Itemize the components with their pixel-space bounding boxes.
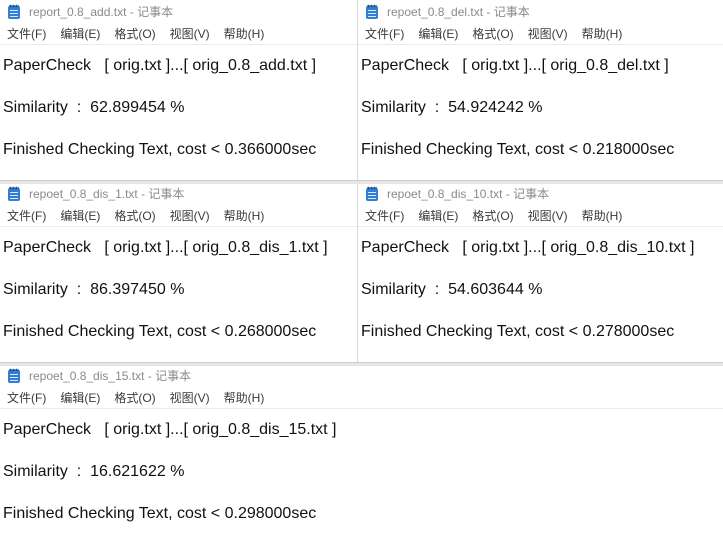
notepad-icon xyxy=(366,3,378,19)
menu-bar: 文件(F) 编辑(E) 格式(O) 视图(V) 帮助(H) xyxy=(358,204,723,227)
text-line-similarity: Similarity : 54.924242 % xyxy=(361,99,543,116)
screenshot-canvas: report_0.8_add.txt - 记事本 文件(F) 编辑(E) 格式(… xyxy=(0,0,723,544)
text-line-header: PaperCheck [ orig.txt ]...[ orig_0.8_dis… xyxy=(3,421,337,438)
notepad-icon xyxy=(366,185,378,201)
menu-help[interactable]: 帮助(H) xyxy=(582,25,623,42)
window-title: repoet_0.8_dis_1.txt - 记事本 xyxy=(29,186,185,201)
menu-view[interactable]: 视图(V) xyxy=(170,207,210,224)
window-divider xyxy=(0,180,723,184)
text-line-cost: Finished Checking Text, cost < 0.298000s… xyxy=(3,505,317,522)
text-editor-area[interactable]: PaperCheck [ orig.txt ]...[ orig_0.8_dis… xyxy=(0,409,723,535)
text-line-cost: Finished Checking Text, cost < 0.366000s… xyxy=(3,141,317,158)
menu-view[interactable]: 视图(V) xyxy=(170,25,210,42)
text-line-header: PaperCheck [ orig.txt ]...[ orig_0.8_dis… xyxy=(361,239,695,256)
text-editor-area[interactable]: PaperCheck [ orig.txt ]...[ orig_0.8_add… xyxy=(0,45,357,171)
menu-view[interactable]: 视图(V) xyxy=(528,207,568,224)
text-line-header: PaperCheck [ orig.txt ]...[ orig_0.8_add… xyxy=(3,57,317,74)
menu-format[interactable]: 格式(O) xyxy=(472,25,513,42)
text-line-similarity: Similarity : 62.899454 % xyxy=(3,99,185,116)
menu-file[interactable]: 文件(F) xyxy=(7,25,46,42)
title-bar[interactable]: report_0.8_add.txt - 记事本 xyxy=(0,0,357,22)
text-line-cost: Finished Checking Text, cost < 0.278000s… xyxy=(361,323,675,340)
menu-edit[interactable]: 编辑(E) xyxy=(60,25,100,42)
notepad-window-report-dis-15[interactable]: repoet_0.8_dis_15.txt - 记事本 文件(F) 编辑(E) … xyxy=(0,364,723,544)
text-line-cost: Finished Checking Text, cost < 0.218000s… xyxy=(361,141,675,158)
text-editor-area[interactable]: PaperCheck [ orig.txt ]...[ orig_0.8_dis… xyxy=(0,227,357,353)
menu-format[interactable]: 格式(O) xyxy=(472,207,513,224)
notepad-window-report-dis-1[interactable]: repoet_0.8_dis_1.txt - 记事本 文件(F) 编辑(E) 格… xyxy=(0,182,357,364)
notepad-window-report-del[interactable]: repoet_0.8_del.txt - 记事本 文件(F) 编辑(E) 格式(… xyxy=(357,0,723,182)
notepad-icon xyxy=(8,367,20,383)
menu-help[interactable]: 帮助(H) xyxy=(582,207,623,224)
menu-bar: 文件(F) 编辑(E) 格式(O) 视图(V) 帮助(H) xyxy=(358,22,723,45)
menu-edit[interactable]: 编辑(E) xyxy=(60,207,100,224)
notepad-icon xyxy=(8,185,20,201)
menu-edit[interactable]: 编辑(E) xyxy=(60,389,100,406)
text-editor-area[interactable]: PaperCheck [ orig.txt ]...[ orig_0.8_dis… xyxy=(358,227,723,353)
window-title: repoet_0.8_dis_10.txt - 记事本 xyxy=(387,186,550,201)
window-title: report_0.8_add.txt - 记事本 xyxy=(29,4,174,19)
window-title: repoet_0.8_dis_15.txt - 记事本 xyxy=(29,368,192,383)
menu-help[interactable]: 帮助(H) xyxy=(224,25,265,42)
menu-bar: 文件(F) 编辑(E) 格式(O) 视图(V) 帮助(H) xyxy=(0,22,357,45)
menu-format[interactable]: 格式(O) xyxy=(114,389,155,406)
menu-format[interactable]: 格式(O) xyxy=(114,25,155,42)
text-line-similarity: Similarity : 54.603644 % xyxy=(361,281,543,298)
title-bar[interactable]: repoet_0.8_dis_1.txt - 记事本 xyxy=(0,182,357,204)
menu-file[interactable]: 文件(F) xyxy=(365,207,404,224)
menu-bar: 文件(F) 编辑(E) 格式(O) 视图(V) 帮助(H) xyxy=(0,386,723,409)
menu-file[interactable]: 文件(F) xyxy=(365,25,404,42)
title-bar[interactable]: repoet_0.8_dis_10.txt - 记事本 xyxy=(358,182,723,204)
text-line-cost: Finished Checking Text, cost < 0.268000s… xyxy=(3,323,317,340)
menu-help[interactable]: 帮助(H) xyxy=(224,207,265,224)
text-line-similarity: Similarity : 86.397450 % xyxy=(3,281,185,298)
window-divider xyxy=(0,362,723,366)
notepad-icon xyxy=(8,3,20,19)
text-line-similarity: Similarity : 16.621622 % xyxy=(3,463,185,480)
notepad-window-report-add[interactable]: report_0.8_add.txt - 记事本 文件(F) 编辑(E) 格式(… xyxy=(0,0,357,182)
text-editor-area[interactable]: PaperCheck [ orig.txt ]...[ orig_0.8_del… xyxy=(358,45,723,171)
title-bar[interactable]: repoet_0.8_dis_15.txt - 记事本 xyxy=(0,364,723,386)
text-line-header: PaperCheck [ orig.txt ]...[ orig_0.8_del… xyxy=(361,57,669,74)
menu-edit[interactable]: 编辑(E) xyxy=(418,207,458,224)
menu-view[interactable]: 视图(V) xyxy=(528,25,568,42)
menu-view[interactable]: 视图(V) xyxy=(170,389,210,406)
menu-bar: 文件(F) 编辑(E) 格式(O) 视图(V) 帮助(H) xyxy=(0,204,357,227)
notepad-window-report-dis-10[interactable]: repoet_0.8_dis_10.txt - 记事本 文件(F) 编辑(E) … xyxy=(357,182,723,364)
menu-help[interactable]: 帮助(H) xyxy=(224,389,265,406)
window-title: repoet_0.8_del.txt - 记事本 xyxy=(387,4,530,19)
menu-edit[interactable]: 编辑(E) xyxy=(418,25,458,42)
text-line-header: PaperCheck [ orig.txt ]...[ orig_0.8_dis… xyxy=(3,239,328,256)
menu-format[interactable]: 格式(O) xyxy=(114,207,155,224)
menu-file[interactable]: 文件(F) xyxy=(7,389,46,406)
menu-file[interactable]: 文件(F) xyxy=(7,207,46,224)
title-bar[interactable]: repoet_0.8_del.txt - 记事本 xyxy=(358,0,723,22)
